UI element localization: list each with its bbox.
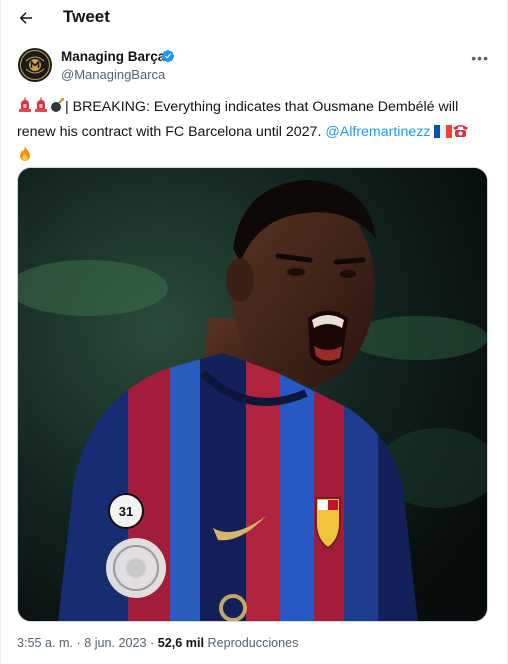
- tweet-date[interactable]: 8 jun. 2023: [84, 636, 146, 650]
- managing-barca-logo: [20, 50, 50, 80]
- siren-emoji: [33, 97, 49, 121]
- sleeve-patch-number: 31: [119, 504, 133, 519]
- bomb-emoji: [49, 97, 65, 121]
- telephone-emoji: [452, 123, 469, 146]
- tweet-time[interactable]: 3:55 a. m.: [17, 636, 73, 650]
- player-photo: 31: [18, 168, 487, 621]
- page-title: Tweet: [63, 7, 110, 26]
- top-bar: Tweet: [1, 0, 507, 36]
- tweet-text: | BREAKING: Everything indicates that Ou…: [17, 96, 483, 170]
- siren-emoji: [17, 97, 33, 121]
- fire-emoji: [17, 145, 33, 170]
- author-name[interactable]: Managing Barça: [61, 49, 165, 64]
- verified-badge-icon: [161, 49, 175, 63]
- author-handle[interactable]: @ManagingBarca: [61, 67, 165, 82]
- more-options-icon[interactable]: •••: [471, 50, 489, 66]
- back-arrow-icon[interactable]: [15, 7, 37, 29]
- tweet-meta: 3:55 a. m. · 8 jun. 2023 · 52,6 mil Repr…: [17, 636, 298, 650]
- views-count: 52,6 mil: [157, 636, 204, 650]
- tweet-image[interactable]: 31: [17, 167, 488, 622]
- france-flag-emoji: [434, 123, 453, 146]
- tweet-page: Tweet Managing Barça @ManagingBarca ••• …: [0, 0, 508, 664]
- views-label: Reproducciones: [207, 636, 299, 650]
- avatar[interactable]: [18, 48, 52, 82]
- meta-separator: ·: [76, 636, 81, 650]
- meta-separator-2: ·: [150, 636, 155, 650]
- mention-link[interactable]: @Alfremartinezz: [325, 124, 430, 140]
